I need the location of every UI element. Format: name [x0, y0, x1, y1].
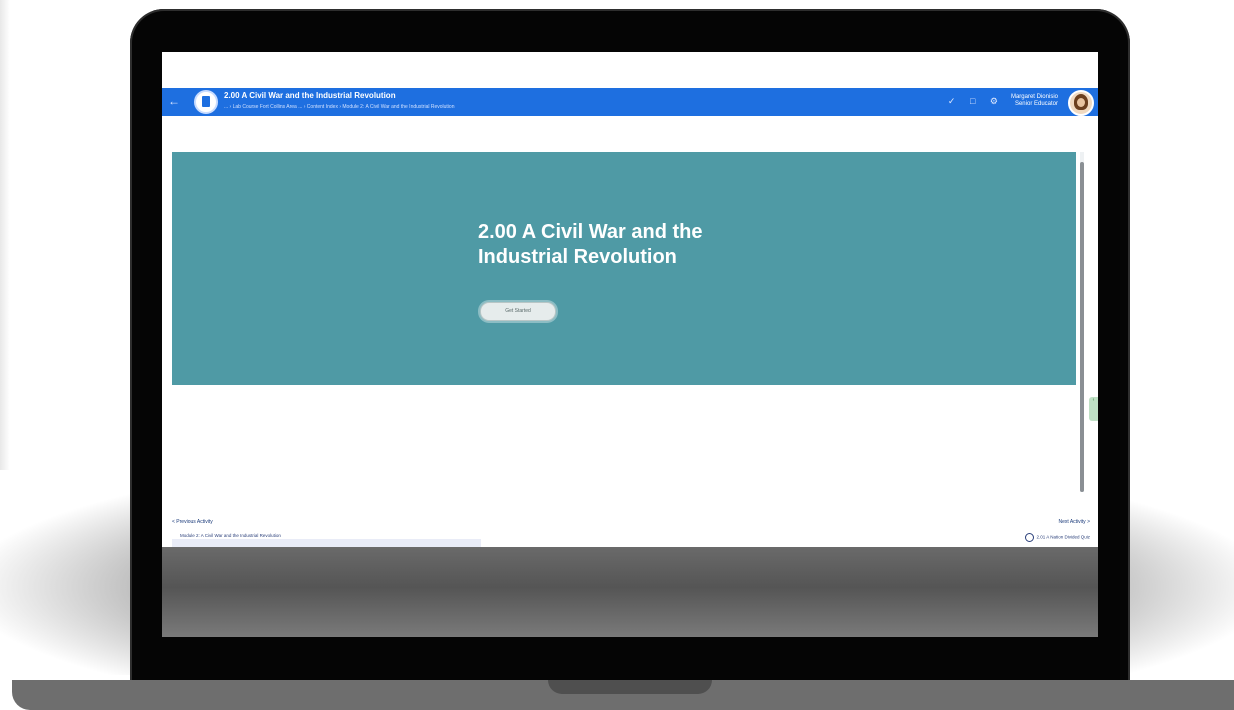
user-role: Senior Educator — [1014, 101, 1058, 107]
header-icons: ✓ □ ⚙ — [936, 96, 998, 107]
previous-activity-title[interactable]: Module 2: A Civil War and the Industrial… — [180, 533, 281, 538]
page-edge — [0, 0, 10, 470]
breadcrumb[interactable]: ... › Lab Course Fort Collins Area ... ›… — [224, 104, 454, 110]
side-panel-tab[interactable]: ‹ — [1089, 397, 1098, 421]
user-name: Margaret Dionisio — [1010, 94, 1058, 100]
clock-icon — [1025, 533, 1035, 542]
laptop-base-notch — [548, 680, 712, 694]
settings-icon[interactable]: ⚙ — [990, 96, 998, 106]
app-header: ← 2.00 A Civil War and the Industrial Re… — [162, 88, 1098, 116]
status-url-bar — [172, 539, 481, 547]
arrow-left-icon[interactable]: ← — [168, 94, 180, 108]
scrollbar-thumb[interactable] — [1080, 162, 1084, 492]
get-started-button[interactable]: Get Started — [480, 302, 556, 321]
hero-banner: 2.00 A Civil War and the Industrial Revo… — [172, 152, 1076, 385]
page-title: 2.00 A Civil War and the Industrial Revo… — [224, 91, 396, 100]
screen-reflection — [162, 547, 1098, 637]
next-activity-link[interactable]: Next Activity > — [1058, 519, 1090, 525]
previous-activity-link[interactable]: < Previous Activity — [172, 519, 213, 525]
chat-icon[interactable]: □ — [970, 96, 975, 106]
next-activity-title[interactable]: 2.01 A Nation Divided Quiz — [1025, 533, 1090, 542]
hero-title: 2.00 A Civil War and the Industrial Revo… — [478, 221, 703, 268]
next-activity-label: 2.01 A Nation Divided Quiz — [1036, 534, 1090, 540]
avatar[interactable] — [1068, 90, 1094, 116]
user-info[interactable]: Margaret Dionisio Senior Educator — [1011, 94, 1058, 108]
check-icon[interactable]: ✓ — [948, 96, 956, 106]
course-icon — [194, 90, 218, 114]
laptop-screen: ← 2.00 A Civil War and the Industrial Re… — [162, 52, 1098, 637]
